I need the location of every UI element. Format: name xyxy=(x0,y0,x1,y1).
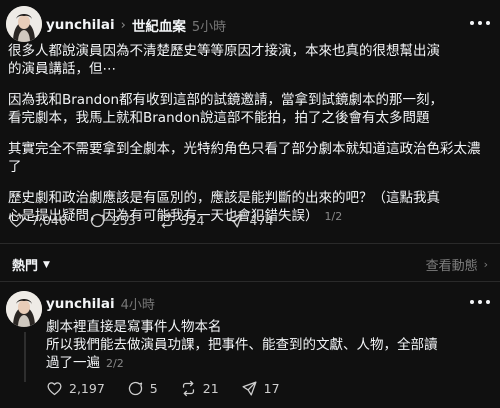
username[interactable]: yunchilai xyxy=(46,296,115,312)
post-paragraph: 因為我和Brandon都有收到這部的試鏡邀請，當拿到試鏡劇本的那一刻， 看完劇本… xyxy=(8,91,490,127)
comment-icon xyxy=(90,213,104,228)
share-button[interactable]: 17 xyxy=(241,380,280,397)
post-time: 5小時 xyxy=(191,19,227,35)
post-paragraph: 很多人都說演員因為不清楚歷史等等原因才接演，本來也真的很想幫出演 的演員講話，但… xyxy=(8,42,490,78)
text-line: 歷史劇和政治劇應該是有區別的，應該是能判斷的出來的吧？（這點我真 xyxy=(8,190,440,206)
like-button[interactable]: 7,046 xyxy=(8,212,67,229)
username[interactable]: yunchilai xyxy=(46,17,115,33)
post-actions: 7,046 253 524 474 xyxy=(8,212,295,229)
post-time: 4小時 xyxy=(120,298,155,313)
more-icon[interactable] xyxy=(470,17,490,29)
post-actions: 2,197 5 21 17 xyxy=(46,380,302,397)
reply-count: 253 xyxy=(111,213,136,228)
activity-label: 查看動態 xyxy=(425,259,478,274)
text-line: 劇本裡直接是寫事件人物本名 xyxy=(46,319,222,335)
send-icon xyxy=(242,381,257,396)
repost-icon xyxy=(160,212,172,229)
text-line: 因為我和Brandon都有收到這部的試鏡邀請，當拿到試鏡劇本的那一刻， xyxy=(8,92,444,108)
text-line: 其實完全不需要拿到全劇本，光特約角色只看了部分劇本就知道這政治色彩太濃了 xyxy=(8,141,481,175)
thread-line xyxy=(24,332,26,382)
post-header: yunchilai 4小時 xyxy=(46,294,155,314)
heart-icon xyxy=(47,382,62,396)
avatar-image xyxy=(6,291,42,327)
sort-dropdown[interactable]: 熱門 ▼ xyxy=(12,255,50,274)
sort-label: 熱門 xyxy=(12,259,39,274)
avatar[interactable] xyxy=(6,291,42,327)
post-paragraph: 劇本裡直接是寫事件人物本名 所以我們能去做演員功課，把事件、能查到的文獻、人物，… xyxy=(46,318,490,373)
like-button[interactable]: 2,197 xyxy=(46,380,105,397)
reply-button[interactable]: 5 xyxy=(127,380,158,397)
reply-sort-bar: 熱門 ▼ 查看動態 › xyxy=(0,244,500,280)
post-header: yunchilai › 世紀血案 5小時 xyxy=(46,15,226,35)
text-line: 看完劇本，我馬上就和Brandon說這部不能拍，拍了之後會有太多問題 xyxy=(8,110,430,126)
avatar[interactable] xyxy=(6,6,42,42)
send-icon xyxy=(228,213,243,228)
view-activity-link[interactable]: 查看動態 › xyxy=(426,255,488,274)
divider xyxy=(0,281,500,282)
share-count: 17 xyxy=(263,381,280,396)
like-count: 2,197 xyxy=(69,381,105,396)
text-line: 所以我們能去做演員功課，把事件、能查到的文獻、人物，全部讀 xyxy=(46,337,438,353)
chevron-right-icon: › xyxy=(120,17,126,33)
avatar-image xyxy=(6,6,42,42)
reply-button[interactable]: 253 xyxy=(89,212,136,229)
community-tag[interactable]: 世紀血案 xyxy=(132,15,186,35)
repost-button[interactable]: 21 xyxy=(180,380,219,397)
chevron-down-icon: ▼ xyxy=(43,259,50,270)
page-indicator: 2/2 xyxy=(106,357,124,370)
repost-icon xyxy=(182,380,194,397)
post-paragraph: 其實完全不需要拿到全劇本，光特約角色只看了部分劇本就知道這政治色彩太濃了 xyxy=(8,140,490,176)
chevron-right-icon: › xyxy=(483,258,488,271)
text-line: 過了一遍 xyxy=(46,355,100,371)
post-body: 很多人都說演員因為不清楚歷史等等原因才接演，本來也真的很想幫出演 的演員講話，但… xyxy=(8,42,490,226)
text-line: 很多人都說演員因為不清楚歷史等等原因才接演，本來也真的很想幫出演 xyxy=(8,43,440,59)
heart-icon xyxy=(9,214,24,228)
share-button[interactable]: 474 xyxy=(227,212,274,229)
threads-thread-view: yunchilai › 世紀血案 5小時 很多人都說演員因為不清楚歷史等等原因才… xyxy=(0,0,500,408)
repost-count: 524 xyxy=(180,213,205,228)
page-indicator: 1/2 xyxy=(324,210,343,223)
text-line: 的演員講話，但⋯ xyxy=(8,61,116,77)
comment-icon xyxy=(128,381,142,396)
post-body: 劇本裡直接是寫事件人物本名 所以我們能去做演員功課，把事件、能查到的文獻、人物，… xyxy=(46,318,490,373)
repost-count: 21 xyxy=(202,381,219,396)
reply-count: 5 xyxy=(149,381,158,396)
share-count: 474 xyxy=(249,213,274,228)
repost-button[interactable]: 524 xyxy=(158,212,205,229)
like-count: 7,046 xyxy=(31,213,67,228)
more-icon[interactable] xyxy=(470,296,490,308)
